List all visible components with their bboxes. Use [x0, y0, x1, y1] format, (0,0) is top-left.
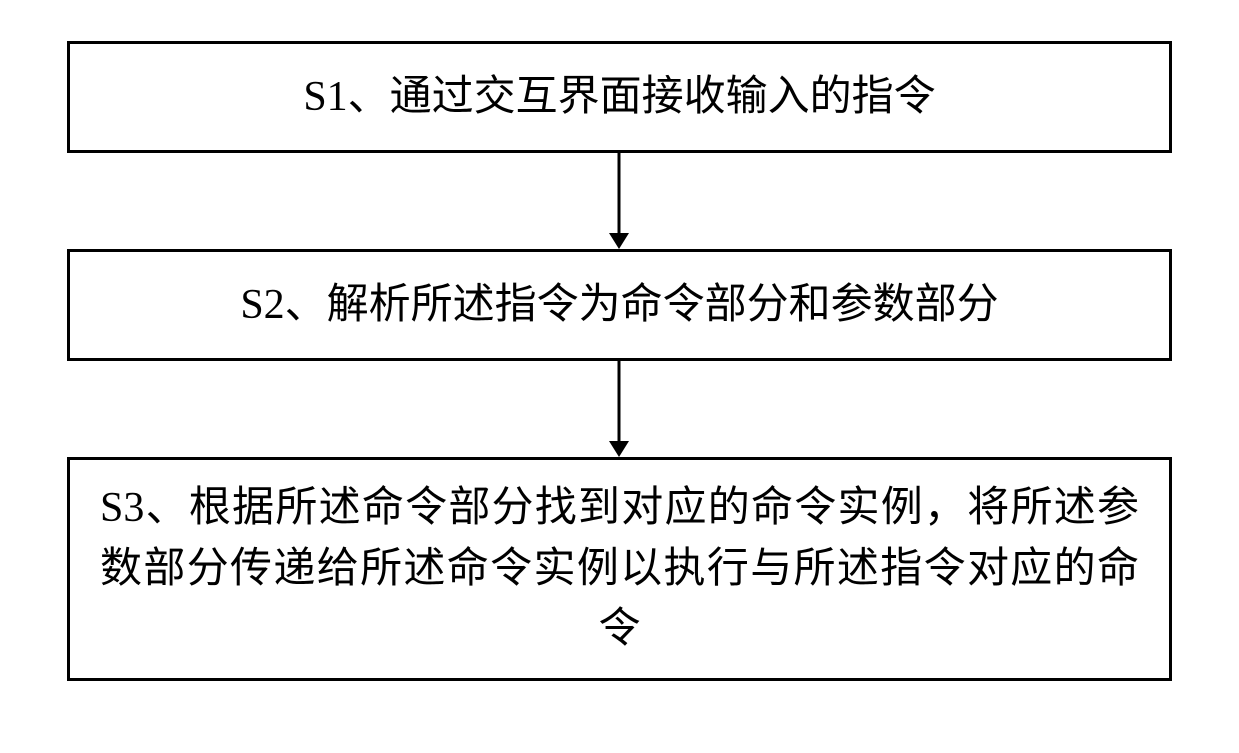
arrow-s2-s3-head [609, 441, 629, 457]
flow-step-s2-label: S2、解析所述指令为命令部分和参数部分 [100, 275, 1139, 336]
flowchart-canvas: S1、通过交互界面接收输入的指令 S2、解析所述指令为命令部分和参数部分 S3、… [0, 0, 1239, 753]
flow-step-s1-label: S1、通过交互界面接收输入的指令 [100, 67, 1139, 128]
flow-step-s1: S1、通过交互界面接收输入的指令 [67, 41, 1172, 153]
arrow-s1-s2-head [609, 233, 629, 249]
arrow-s2-s3-line [618, 361, 621, 441]
flow-step-s3-label: S3、根据所述命令部分找到对应的命令实例，将所述参数部分传递给所述命令实例以执行… [100, 478, 1139, 661]
flow-step-s2: S2、解析所述指令为命令部分和参数部分 [67, 249, 1172, 361]
flow-step-s3: S3、根据所述命令部分找到对应的命令实例，将所述参数部分传递给所述命令实例以执行… [67, 457, 1172, 681]
arrow-s1-s2-line [618, 153, 621, 233]
